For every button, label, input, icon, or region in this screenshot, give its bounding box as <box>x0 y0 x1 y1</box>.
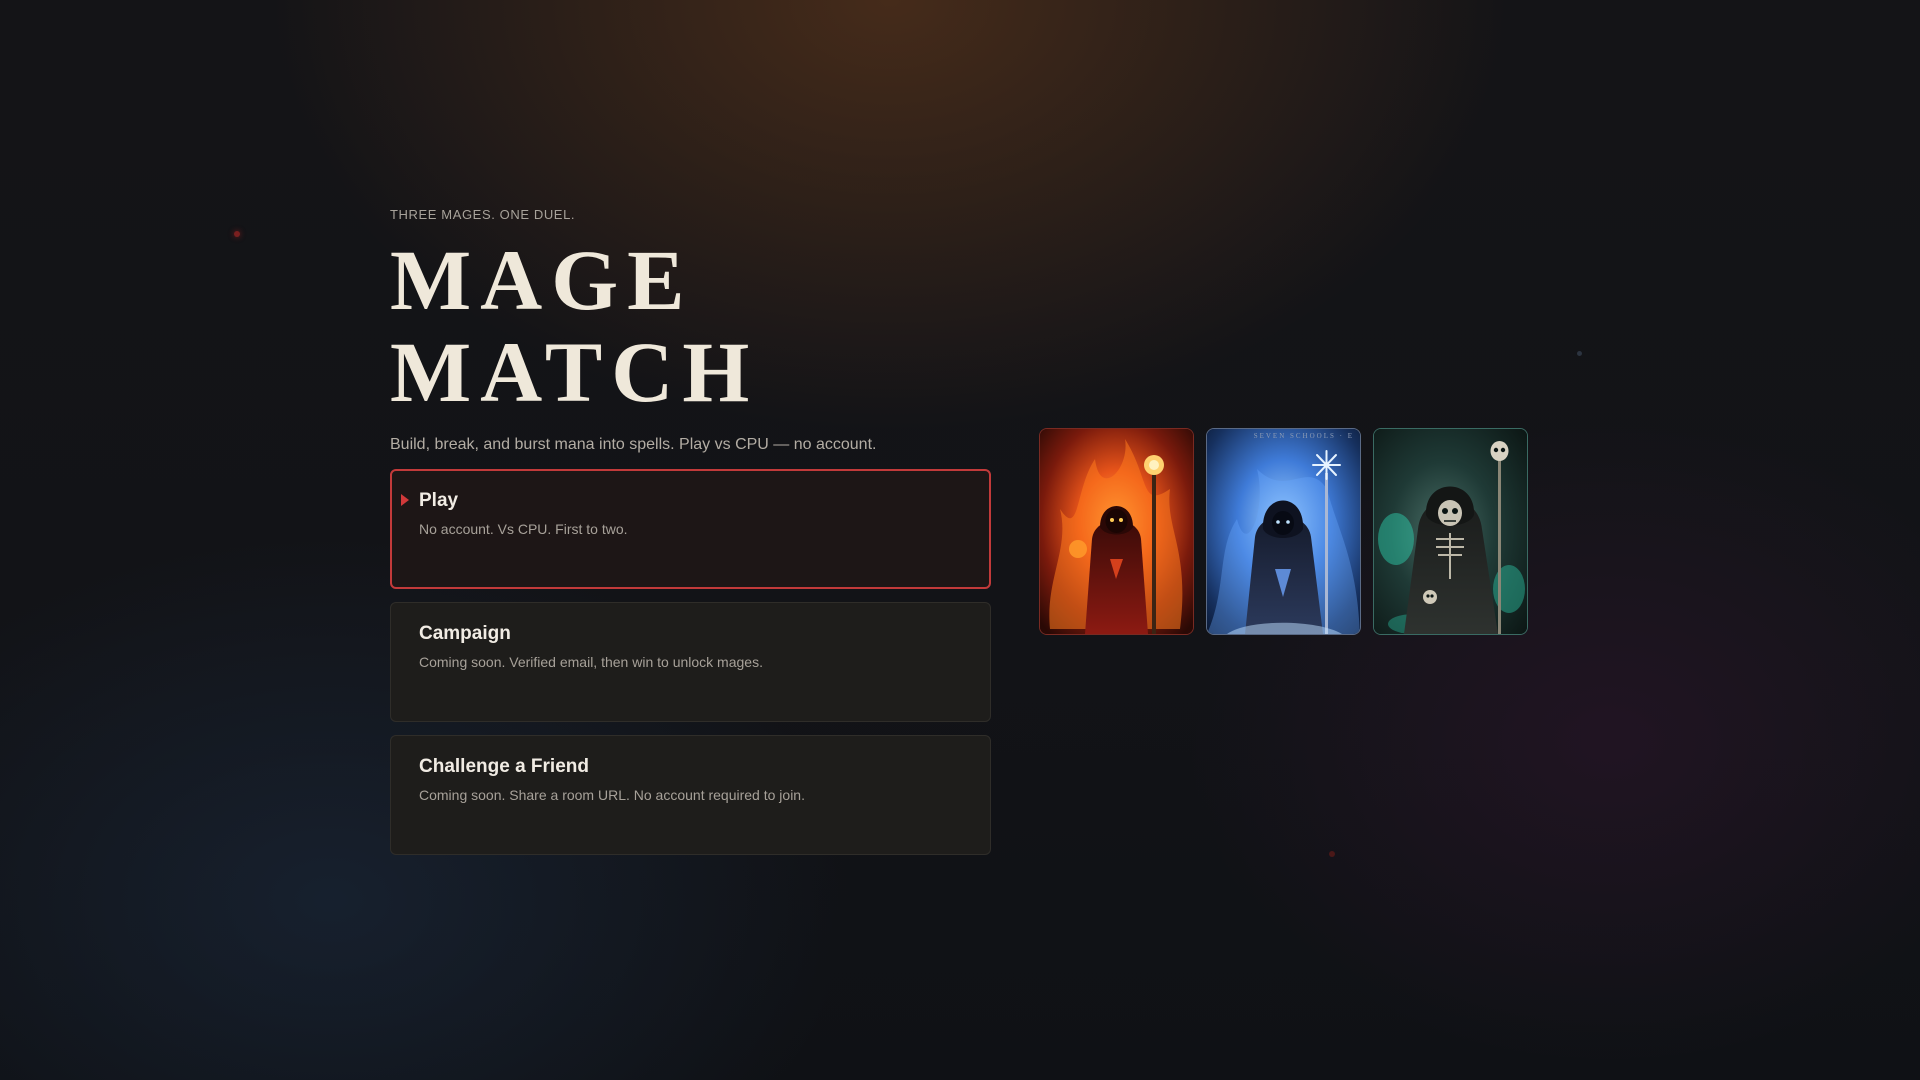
mage-card-showcase: SEVEN SCHOOLS · E <box>1039 428 1528 635</box>
menu-item-label: Play <box>419 490 459 511</box>
tagline: Build, break, and burst mana into spells… <box>390 436 877 453</box>
frost-mage-card: SEVEN SCHOOLS · E <box>1206 428 1361 635</box>
game-title-line-1: MAGE <box>390 232 694 328</box>
necromancer-card <box>1373 428 1528 635</box>
menu-item-description: Coming soon. Share a room URL. No accoun… <box>419 787 805 803</box>
campaign-button[interactable]: Campaign Coming soon. Verified email, th… <box>390 602 991 722</box>
menu-item-description: No account. Vs CPU. First to two. <box>419 521 628 537</box>
fire-mage-card <box>1039 428 1194 635</box>
frost-mage-card-art <box>1207 429 1360 634</box>
ember-particle <box>1329 851 1335 857</box>
menu-item-description: Coming soon. Verified email, then win to… <box>419 654 763 670</box>
play-button[interactable]: Play No account. Vs CPU. First to two. <box>390 469 991 589</box>
game-title: MAGE MATCH <box>390 234 1010 418</box>
hero-section: THREE MAGES. ONE DUEL. MAGE MATCH Build,… <box>390 206 1010 456</box>
eyebrow-text: THREE MAGES. ONE DUEL. <box>390 207 576 222</box>
card-inscription: SEVEN SCHOOLS · E <box>1253 432 1354 440</box>
selection-caret-icon <box>401 494 409 506</box>
challenge-friend-button[interactable]: Challenge a Friend Coming soon. Share a … <box>390 735 991 855</box>
necromancer-card-art <box>1374 429 1527 634</box>
main-menu: Play No account. Vs CPU. First to two. C… <box>390 469 991 868</box>
fire-mage-card-art <box>1040 429 1193 634</box>
menu-item-label: Challenge a Friend <box>419 756 589 777</box>
ember-particle <box>1577 351 1582 356</box>
ember-particle <box>234 231 240 237</box>
menu-item-label: Campaign <box>419 623 511 644</box>
game-title-line-2: MATCH <box>390 324 759 420</box>
